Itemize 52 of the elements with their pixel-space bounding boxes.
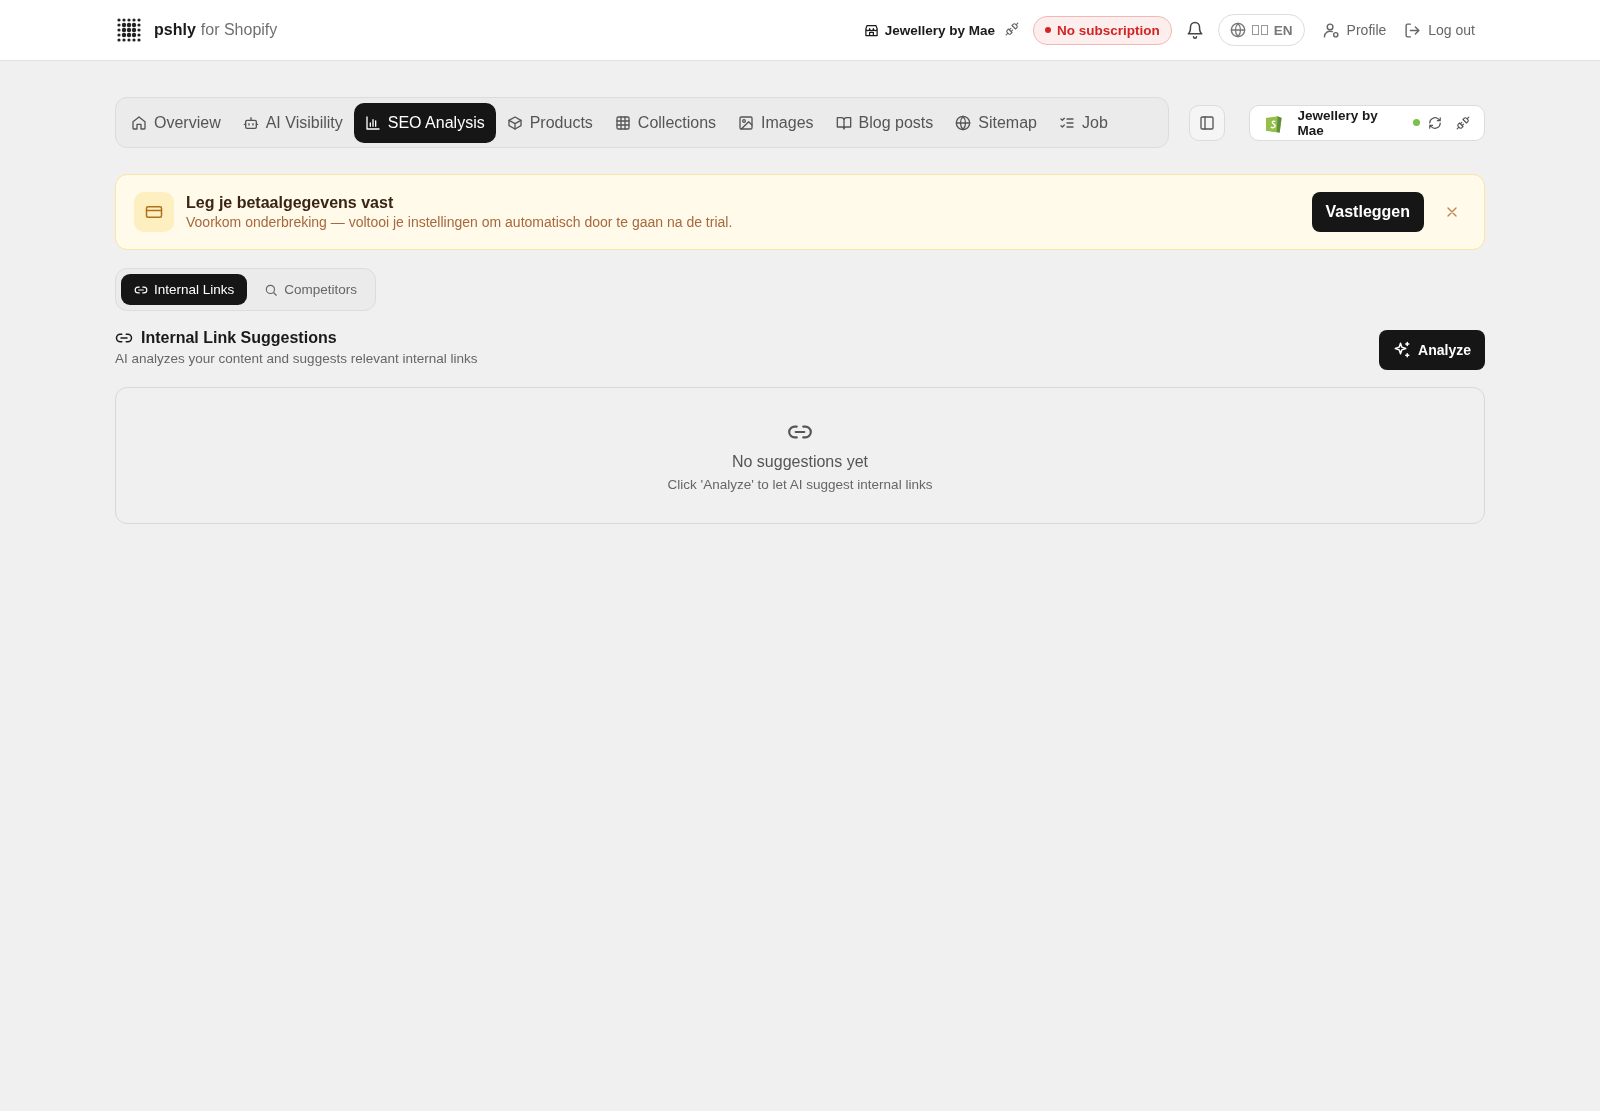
home-icon [131, 114, 147, 131]
nav-tab[interactable]: Blog posts [824, 102, 945, 143]
profile-link[interactable]: Profile [1322, 21, 1387, 39]
analyze-button[interactable]: Analyze [1379, 330, 1485, 370]
robot-icon [242, 114, 259, 131]
plug-icon [1005, 21, 1020, 36]
banner-title: Leg je betaalgegevens vast [186, 194, 395, 212]
language-button[interactable]: EN [1217, 14, 1305, 46]
grid-icon [614, 114, 631, 131]
sub-tab[interactable]: Competitors [251, 274, 371, 305]
nav-tab[interactable]: SEO Analysis [353, 102, 496, 143]
logo-icon [116, 17, 142, 43]
section-subtitle: AI analyzes your content and suggests relevant internal links [115, 351, 478, 366]
save-payment-button[interactable]: Vastleggen [1311, 192, 1424, 232]
banner-message: Voorkom onderbreking — voltooi je instellingen om automatisch door te gaan na de trial. [186, 214, 734, 230]
nav-tab[interactable]: AI Visibility [231, 102, 354, 143]
store-name: Jewellery by Mae [1297, 107, 1379, 138]
sidebar-toggle-button[interactable] [1189, 104, 1225, 141]
globe-icon [955, 114, 972, 131]
nav-tab[interactable]: Images [727, 102, 825, 143]
user-settings-icon [1322, 21, 1340, 39]
brand-name: pshly [154, 21, 196, 38]
sidebar-icon [1199, 114, 1215, 131]
bell-icon [1185, 21, 1204, 39]
plug-icon [1456, 115, 1470, 130]
refresh-button[interactable] [1428, 115, 1442, 130]
disconnect-button[interactable] [1456, 115, 1470, 130]
nav-tab[interactable]: Products [495, 102, 604, 143]
book-icon [835, 114, 852, 131]
flag-icon [1251, 25, 1268, 35]
image-icon [738, 114, 755, 131]
logout-link[interactable]: Log out [1404, 21, 1475, 39]
empty-message: Click 'Analyze' to let AI suggest internal links [667, 477, 933, 492]
section-title: Internal Link Suggestions [141, 329, 337, 347]
search-icon [264, 282, 279, 297]
credit-card-icon [145, 203, 163, 221]
bar-chart-icon [364, 114, 381, 131]
store-name[interactable]: Jewellery by Mae [884, 22, 996, 38]
store-icon [863, 22, 879, 38]
logout-icon [1404, 21, 1422, 39]
empty-title: No suggestions yet [731, 453, 869, 471]
brand-suffix: for Shopify [200, 21, 278, 38]
nav-tab[interactable]: Overview [120, 102, 232, 143]
nav-tab[interactable]: Collections [603, 102, 728, 143]
globe-icon [1229, 22, 1246, 38]
sub-tab[interactable]: Internal Links [121, 274, 248, 305]
sparkle-icon [1393, 341, 1412, 359]
nav-tab[interactable]: Job [1048, 102, 1119, 143]
box-icon [506, 114, 523, 131]
nav-tab[interactable]: Sitemap [944, 102, 1048, 143]
subscription-badge: No subscription [1033, 15, 1172, 45]
refresh-icon [1428, 115, 1442, 130]
